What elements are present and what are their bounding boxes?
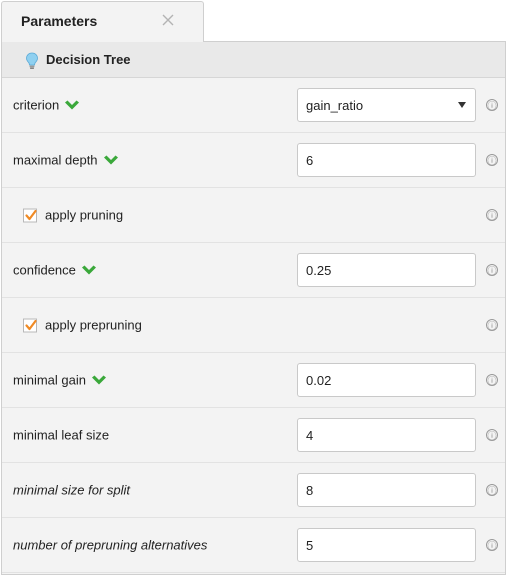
param-label-minimal-gain: minimal gain [13,373,107,388]
param-row-minimal-leaf-size: minimal leaf size 4 ⓘ [2,408,505,463]
param-row-maximal-depth: maximal depth 6 ⓘ [2,133,505,188]
chevron-down-icon[interactable] [64,99,80,111]
confidence-input[interactable]: 0.25 [297,253,476,287]
param-label-criterion: criterion [13,98,80,113]
param-label-confidence: confidence [13,263,97,278]
apply-prepruning-checkbox[interactable]: apply prepruning [23,318,142,333]
lightbulb-icon [25,52,39,70]
number-of-prepruning-alternatives-input[interactable]: 5 [297,528,476,562]
param-row-apply-prepruning: apply prepruning ⓘ [2,298,505,353]
chevron-down-icon[interactable] [103,154,119,166]
checkbox-checked-icon[interactable] [23,318,37,332]
minimal-leaf-size-input[interactable]: 4 [297,418,476,452]
param-label-number-of-prepruning-alternatives: number of prepruning alternatives [13,537,208,553]
param-row-minimal-size-for-split: minimal size for split 8 ⓘ [2,463,505,518]
dropdown-arrow-icon[interactable] [458,102,466,108]
info-icon[interactable]: ⓘ [486,264,498,277]
criterion-select[interactable]: gain_ratio [297,88,476,122]
param-label-minimal-leaf-size: minimal leaf size [13,427,110,443]
param-row-minimal-gain: minimal gain 0.02 ⓘ [2,353,505,408]
info-icon[interactable]: ⓘ [486,374,498,387]
close-icon[interactable] [158,10,178,30]
parameters-panel: Decision Tree criterion gain_ratio ⓘ max… [1,41,506,575]
info-icon[interactable]: ⓘ [486,154,498,167]
minimal-gain-input[interactable]: 0.02 [297,363,476,397]
apply-pruning-checkbox[interactable]: apply pruning [23,208,123,223]
parameters-tab[interactable]: Parameters [1,1,204,42]
operator-header: Decision Tree [2,42,505,78]
minimal-size-for-split-input[interactable]: 8 [297,473,476,507]
apply-pruning-label: apply pruning [45,207,124,223]
param-row-confidence: confidence 0.25 ⓘ [2,243,505,298]
chevron-down-icon[interactable] [81,264,97,276]
info-icon[interactable]: ⓘ [486,484,498,497]
param-row-criterion: criterion gain_ratio ⓘ [2,78,505,133]
info-icon[interactable]: ⓘ [486,429,498,442]
param-row-apply-pruning: apply pruning ⓘ [2,188,505,243]
info-icon[interactable]: ⓘ [486,319,498,332]
info-icon[interactable]: ⓘ [486,209,498,222]
checkbox-checked-icon[interactable] [23,208,37,222]
info-icon[interactable]: ⓘ [486,539,498,552]
param-label-minimal-size-for-split: minimal size for split [13,482,131,498]
tab-title: Parameters [21,13,98,29]
info-icon[interactable]: ⓘ [486,99,498,112]
chevron-down-icon[interactable] [91,374,107,386]
apply-prepruning-label: apply prepruning [45,317,142,333]
maximal-depth-input[interactable]: 6 [297,143,476,177]
param-label-maximal-depth: maximal depth [13,153,119,168]
param-row-number-of-prepruning-alternatives: number of prepruning alternatives 5 ⓘ [2,518,505,573]
operator-title: Decision Tree [46,52,131,67]
